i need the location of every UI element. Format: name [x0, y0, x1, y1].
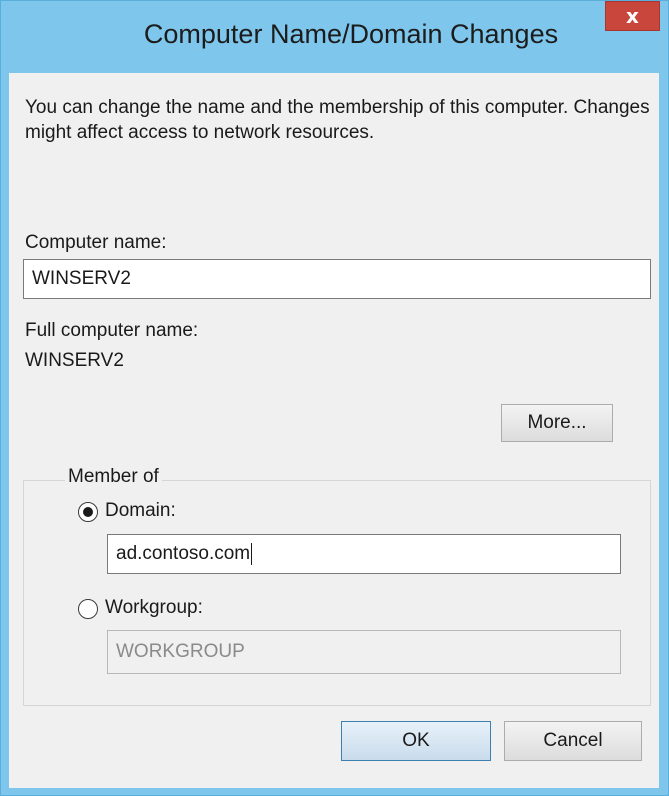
window-title: Computer Name/Domain Changes: [143, 19, 559, 49]
domain-label[interactable]: Domain:: [105, 500, 176, 522]
cancel-button[interactable]: Cancel: [504, 721, 642, 761]
computer-name-label: Computer name:: [25, 232, 167, 253]
description-text: You can change the name and the membersh…: [25, 97, 650, 143]
member-of-legend: Member of: [65, 466, 162, 488]
dialog-window: Computer Name/Domain Changes x You can c…: [0, 0, 669, 796]
radio-selected-icon: [83, 507, 93, 517]
more-button[interactable]: More...: [501, 404, 613, 442]
workgroup-radio[interactable]: [78, 599, 98, 619]
ok-button[interactable]: OK: [341, 721, 491, 761]
domain-radio[interactable]: [78, 502, 98, 522]
dialog-body: You can change the name and the membersh…: [9, 73, 659, 788]
full-computer-name-value: WINSERV2: [25, 350, 124, 371]
domain-value: ad.contoso.com: [116, 543, 251, 564]
computer-name-value: WINSERV2: [32, 268, 131, 289]
close-button[interactable]: x: [605, 1, 660, 31]
title-bar[interactable]: Computer Name/Domain Changes x: [1, 1, 668, 73]
close-icon: x: [626, 4, 639, 28]
computer-name-input[interactable]: WINSERV2: [23, 259, 651, 299]
workgroup-label[interactable]: Workgroup:: [105, 597, 203, 619]
text-caret: [251, 543, 253, 565]
full-computer-name-label: Full computer name:: [25, 320, 199, 341]
workgroup-input: WORKGROUP: [107, 630, 621, 674]
domain-input[interactable]: ad.contoso.com: [107, 534, 621, 574]
workgroup-value: WORKGROUP: [116, 641, 245, 662]
